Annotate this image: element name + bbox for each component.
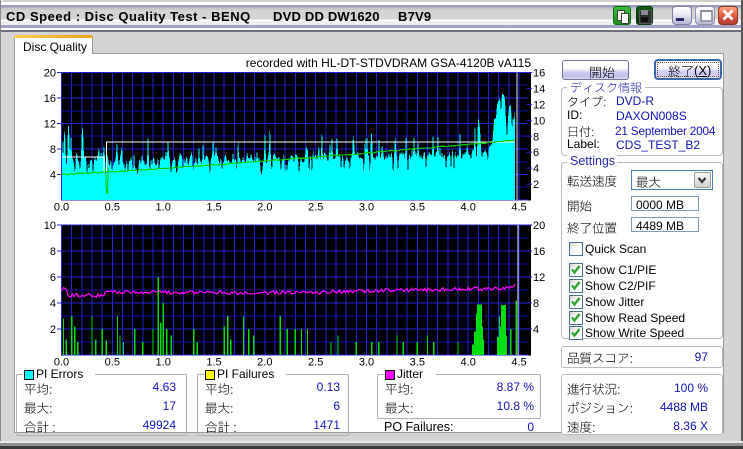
svg-text:1.5: 1.5 bbox=[206, 202, 221, 214]
svg-text:recorded with HL-DT-STDVDRAM G: recorded with HL-DT-STDVDRAM GSA-4120B v… bbox=[246, 56, 532, 70]
svg-text:8: 8 bbox=[533, 131, 539, 143]
svg-text:4: 4 bbox=[533, 163, 539, 175]
svg-text:4: 4 bbox=[50, 298, 56, 310]
svg-text:1.0: 1.0 bbox=[156, 357, 171, 369]
svg-text:2: 2 bbox=[50, 324, 56, 336]
svg-text:0.5: 0.5 bbox=[105, 202, 120, 214]
svg-text:0.0: 0.0 bbox=[54, 202, 69, 214]
svg-text:10: 10 bbox=[533, 115, 545, 127]
svg-text:4.5: 4.5 bbox=[511, 202, 526, 214]
svg-text:8: 8 bbox=[50, 246, 56, 258]
svg-text:14: 14 bbox=[533, 83, 545, 95]
svg-text:12: 12 bbox=[533, 99, 545, 111]
svg-text:3.0: 3.0 bbox=[359, 357, 374, 369]
svg-text:1.0: 1.0 bbox=[156, 202, 171, 214]
svg-text:6: 6 bbox=[50, 272, 56, 284]
svg-text:4: 4 bbox=[50, 170, 56, 182]
svg-text:2.5: 2.5 bbox=[308, 202, 323, 214]
svg-text:10: 10 bbox=[44, 220, 56, 232]
svg-text:0.5: 0.5 bbox=[105, 357, 120, 369]
svg-text:2.0: 2.0 bbox=[257, 202, 272, 214]
svg-text:2: 2 bbox=[533, 179, 539, 191]
svg-text:4.0: 4.0 bbox=[461, 357, 476, 369]
svg-text:4.0: 4.0 bbox=[461, 202, 476, 214]
svg-text:20: 20 bbox=[533, 220, 545, 232]
svg-text:3.5: 3.5 bbox=[410, 202, 425, 214]
svg-text:12: 12 bbox=[533, 272, 545, 284]
svg-text:8: 8 bbox=[50, 144, 56, 156]
svg-text:2.5: 2.5 bbox=[308, 357, 323, 369]
svg-text:16: 16 bbox=[533, 246, 545, 258]
svg-text:4: 4 bbox=[533, 324, 539, 336]
svg-text:12: 12 bbox=[44, 119, 56, 131]
svg-text:20: 20 bbox=[44, 68, 56, 80]
svg-text:16: 16 bbox=[44, 93, 56, 105]
svg-text:3.0: 3.0 bbox=[359, 202, 374, 214]
svg-text:6: 6 bbox=[533, 147, 539, 159]
svg-text:16: 16 bbox=[533, 68, 545, 80]
svg-text:8: 8 bbox=[533, 298, 539, 310]
svg-text:4.5: 4.5 bbox=[511, 357, 526, 369]
